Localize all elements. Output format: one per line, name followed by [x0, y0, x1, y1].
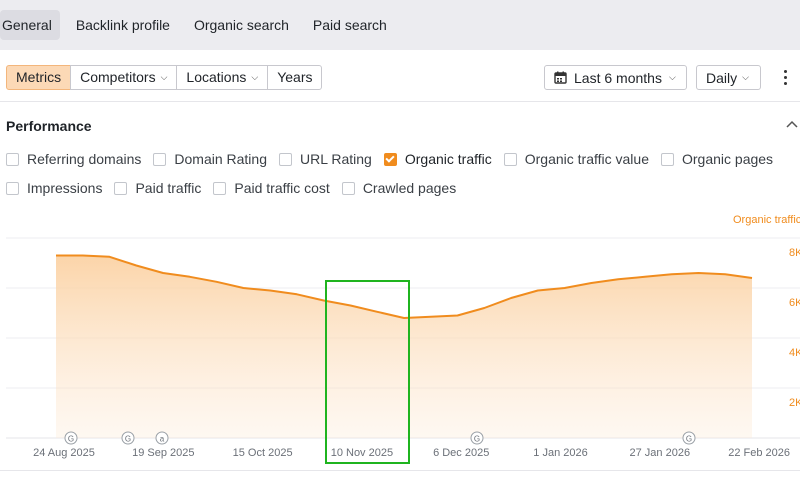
y-tick-label: 8K	[789, 247, 800, 259]
metric-checkbox-row-1: Referring domains Domain Rating URL Rati…	[6, 150, 785, 168]
tab-general[interactable]: General	[0, 10, 60, 40]
date-range-dropdown[interactable]: Last 6 months ⌵	[544, 65, 687, 90]
metrics-label: Metrics	[16, 69, 62, 85]
checkbox[interactable]	[6, 152, 19, 166]
svg-text:G: G	[474, 435, 480, 444]
top-navigation: General Backlink profile Organic search …	[0, 0, 800, 50]
y-tick-label: 6K	[789, 297, 800, 309]
event-marker[interactable]: G	[470, 431, 484, 445]
metric-organic-traffic[interactable]: Organic traffic	[383, 151, 492, 167]
checkbox[interactable]	[153, 152, 167, 166]
event-marker[interactable]: a	[155, 431, 169, 445]
metric-crawled-pages[interactable]: Crawled pages	[341, 180, 457, 196]
metric-impressions[interactable]: Impressions	[6, 180, 102, 196]
metric-label: Crawled pages	[362, 180, 457, 196]
checkbox-checked[interactable]	[383, 152, 397, 166]
chevron-down-icon: ⌵	[742, 72, 749, 82]
metric-label: Referring domains	[27, 151, 142, 167]
granularity-dropdown[interactable]: Daily ⌵	[696, 65, 761, 90]
checkbox[interactable]	[114, 181, 128, 195]
series-line	[56, 254, 753, 319]
x-tick-label: 15 Oct 2025	[233, 447, 293, 459]
y-tick-label: 2K	[789, 397, 800, 409]
tab-backlink-profile[interactable]: Backlink profile	[68, 10, 178, 40]
x-tick-label: 27 Jan 2026	[630, 447, 691, 459]
locations-dropdown[interactable]: Locations ⌵	[176, 65, 269, 90]
section-title: Performance	[6, 118, 92, 134]
metric-referring-domains[interactable]: Referring domains	[6, 151, 141, 167]
more-options-icon[interactable]	[778, 64, 792, 90]
x-tick-label: 24 Aug 2025	[33, 447, 95, 459]
highlight-box	[325, 280, 410, 464]
checkbox[interactable]	[279, 152, 292, 166]
metric-paid-traffic-cost[interactable]: Paid traffic cost	[213, 180, 330, 196]
chevron-up-icon[interactable]	[786, 119, 798, 131]
metric-label: Organic pages	[682, 151, 774, 167]
metric-paid-traffic[interactable]: Paid traffic	[114, 180, 201, 196]
competitors-label: Competitors	[80, 69, 156, 85]
chart-toolbar: Metrics Competitors ⌵ Locations ⌵ Years La…	[0, 50, 800, 102]
metric-domain-rating[interactable]: Domain Rating	[153, 151, 267, 167]
years-label: Years	[277, 69, 313, 85]
metric-checkbox-row-2: Impressions Paid traffic Paid traffic co…	[6, 179, 468, 197]
divider	[0, 470, 800, 471]
svg-text:G: G	[686, 435, 692, 444]
svg-text:a: a	[160, 435, 165, 444]
x-tick-label: 6 Dec 2025	[433, 447, 489, 459]
tab-organic-search[interactable]: Organic search	[186, 10, 297, 40]
metric-label: Organic traffic value	[524, 151, 649, 167]
metric-label: Paid traffic	[135, 180, 202, 196]
checkbox[interactable]	[213, 181, 227, 195]
chevron-down-icon: ⌵	[251, 72, 259, 82]
metric-label: Organic traffic	[404, 151, 492, 167]
y-tick-label: 4K	[789, 347, 800, 359]
checkbox[interactable]	[341, 181, 355, 195]
y-axis-title: Organic traffic	[733, 214, 800, 226]
x-tick-label: 19 Sep 2025	[132, 447, 194, 459]
metric-organic-pages[interactable]: Organic pages	[661, 151, 773, 167]
metric-organic-traffic-value[interactable]: Organic traffic value	[503, 151, 649, 167]
years-button[interactable]: Years	[267, 65, 323, 90]
metric-label: Domain Rating	[174, 151, 267, 167]
granularity-label: Daily	[706, 69, 738, 86]
event-marker[interactable]: G	[121, 431, 135, 445]
date-range-label: Last 6 months	[574, 69, 662, 86]
checkbox[interactable]	[661, 152, 674, 166]
checkbox[interactable]	[503, 152, 517, 166]
tab-paid-search[interactable]: Paid search	[305, 10, 395, 40]
event-marker[interactable]: G	[64, 431, 78, 445]
event-marker[interactable]: G	[682, 431, 696, 445]
x-tick-label: 10 Nov 2025	[331, 447, 393, 459]
chevron-down-icon: ⌵	[160, 72, 168, 82]
metric-label: Paid traffic cost	[234, 180, 330, 196]
svg-text:G: G	[68, 435, 74, 444]
metric-url-rating[interactable]: URL Rating	[279, 151, 372, 167]
metrics-button[interactable]: Metrics	[6, 65, 72, 90]
locations-label: Locations	[186, 69, 247, 85]
x-tick-label: 1 Jan 2026	[533, 447, 587, 459]
x-tick-label: 22 Feb 2026	[728, 447, 790, 459]
chevron-down-icon: ⌵	[668, 72, 676, 82]
metric-label: Impressions	[27, 180, 103, 196]
svg-text:G: G	[125, 435, 131, 444]
calendar-icon	[554, 71, 567, 84]
series-area	[56, 255, 752, 438]
view-segmented-control: Metrics Competitors ⌵ Locations ⌵ Years	[6, 65, 323, 90]
metric-label: URL Rating	[300, 151, 372, 167]
checkbox[interactable]	[6, 181, 19, 195]
competitors-dropdown[interactable]: Competitors ⌵	[70, 65, 178, 90]
